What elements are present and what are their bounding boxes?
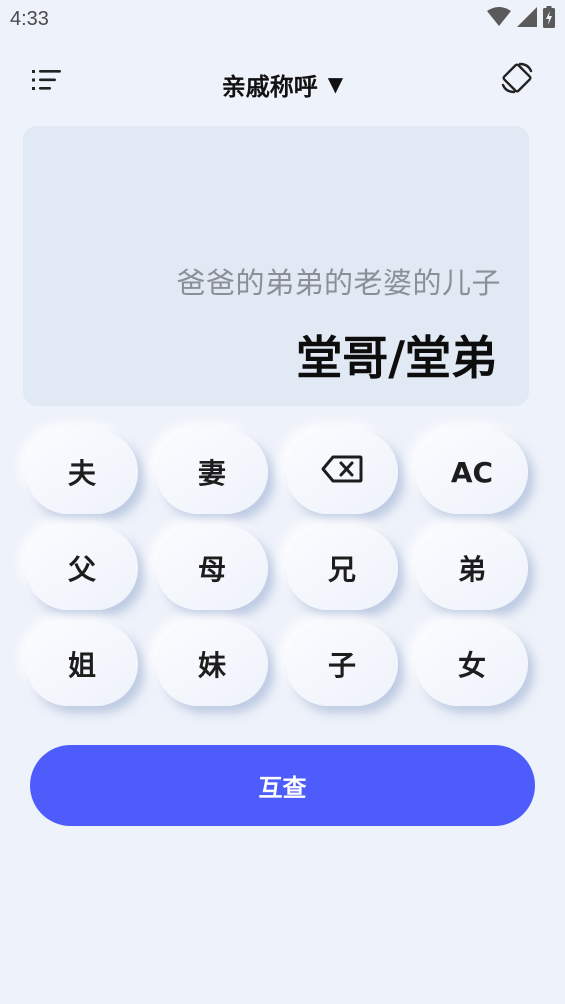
wifi-icon xyxy=(487,7,511,31)
key-label: 母 xyxy=(197,553,226,586)
status-icons xyxy=(487,6,555,32)
key-label: 女 xyxy=(457,649,486,682)
key-elder-sister[interactable]: 姐 xyxy=(26,622,138,706)
battery-icon xyxy=(543,6,555,32)
key-label: AC xyxy=(450,455,494,489)
relation-result: 堂哥/堂弟 xyxy=(296,331,497,385)
key-label: 兄 xyxy=(327,553,356,586)
mutual-query-label: 互查 xyxy=(258,774,307,802)
screen-rotate-icon xyxy=(500,61,534,99)
keypad: 夫 妻 AC 父 母 兄 弟 姐 妹 子 女 xyxy=(26,430,530,710)
cell-signal-icon xyxy=(517,7,537,31)
key-label: 妻 xyxy=(197,457,226,490)
key-husband[interactable]: 夫 xyxy=(26,430,138,514)
relation-expression: 爸爸的弟弟的老婆的儿子 xyxy=(176,266,501,300)
backspace-icon xyxy=(321,455,363,490)
key-father[interactable]: 父 xyxy=(26,526,138,610)
key-label: 夫 xyxy=(67,457,96,490)
key-all-clear[interactable]: AC xyxy=(416,430,528,514)
title-dropdown[interactable]: 亲戚称呼 ▼ xyxy=(0,64,565,104)
key-wife[interactable]: 妻 xyxy=(156,430,268,514)
key-label: 父 xyxy=(67,553,96,586)
key-elder-brother[interactable]: 兄 xyxy=(286,526,398,610)
key-label: 弟 xyxy=(457,553,486,586)
key-label: 子 xyxy=(327,649,356,682)
key-backspace[interactable] xyxy=(286,430,398,514)
key-younger-brother[interactable]: 弟 xyxy=(416,526,528,610)
key-younger-sister[interactable]: 妹 xyxy=(156,622,268,706)
app-toolbar: 亲戚称呼 ▼ xyxy=(0,56,565,108)
key-mother[interactable]: 母 xyxy=(156,526,268,610)
key-label: 姐 xyxy=(67,649,96,682)
rotate-button[interactable] xyxy=(497,60,537,100)
mutual-query-button[interactable]: 互查 xyxy=(30,745,535,826)
key-daughter[interactable]: 女 xyxy=(416,622,528,706)
dropdown-arrow-icon: ▼ xyxy=(327,72,344,96)
display-panel: 爸爸的弟弟的老婆的儿子 堂哥/堂弟 xyxy=(23,126,529,406)
status-bar: 4:33 xyxy=(0,0,565,40)
status-time: 4:33 xyxy=(10,8,49,30)
key-son[interactable]: 子 xyxy=(286,622,398,706)
key-label: 妹 xyxy=(197,649,226,682)
page-title: 亲戚称呼 xyxy=(221,72,318,101)
